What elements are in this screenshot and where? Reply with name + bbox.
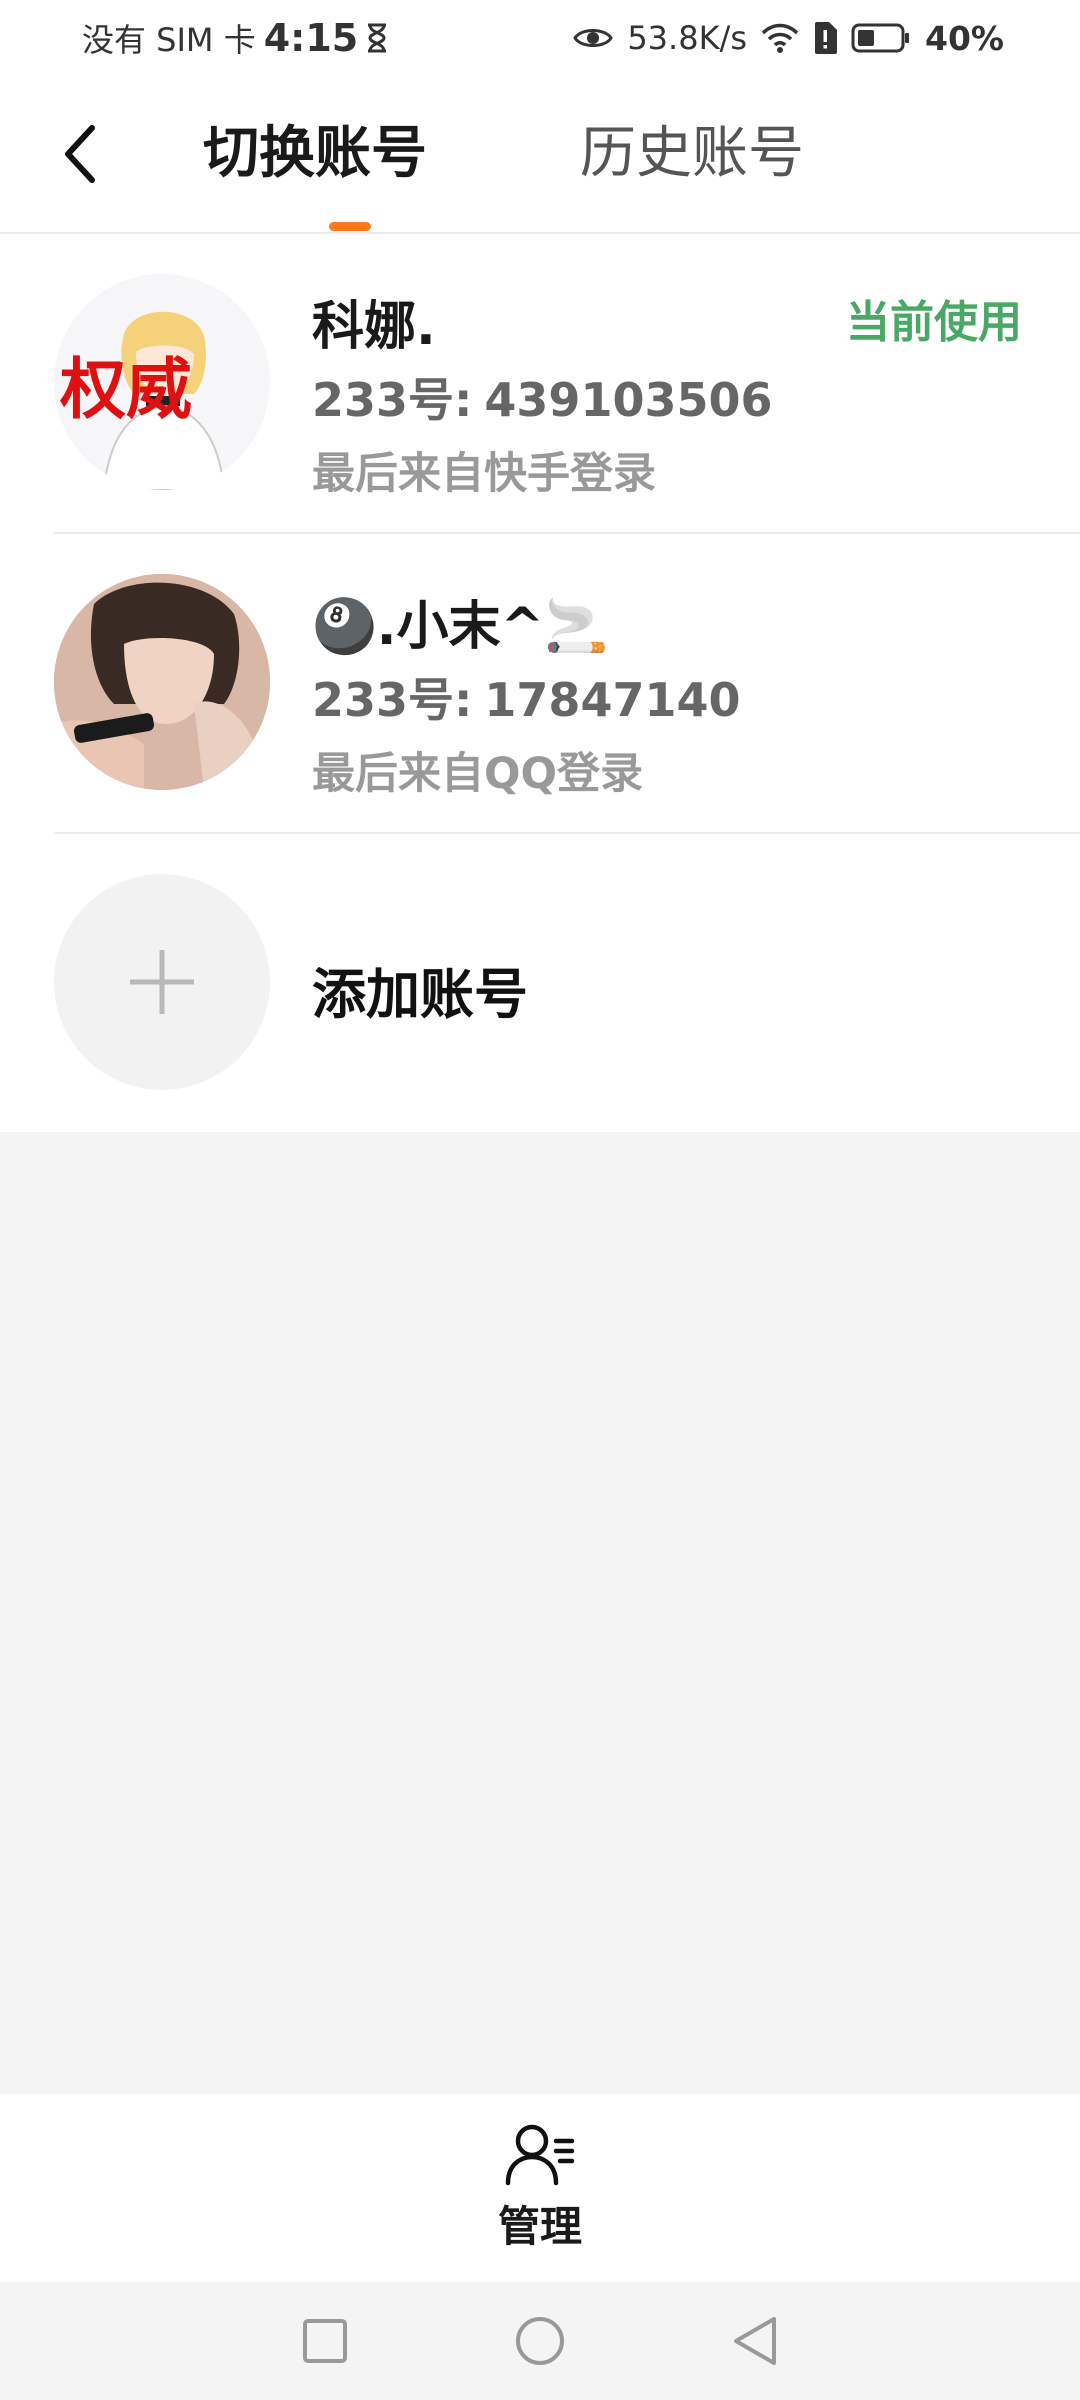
chevron-left-icon <box>65 125 95 183</box>
login-source: 最后来自快手登录 <box>312 449 656 499</box>
system-back-button[interactable] <box>725 2311 785 2371</box>
back-button[interactable] <box>48 114 112 194</box>
battery-icon <box>851 23 911 53</box>
wifi-icon <box>761 23 799 53</box>
login-source: 最后来自QQ登录 <box>312 749 644 799</box>
bottom-bar: 管理 <box>0 2094 1080 2282</box>
header: 切换账号 历史账号 <box>0 76 1080 234</box>
account-item[interactable]: 权威 科娜. 233号: 439103506 最后来自快手登录 当前使用 <box>0 234 1080 534</box>
add-account-label[interactable]: 添加账号 <box>312 950 528 1029</box>
recent-apps-button[interactable] <box>295 2311 355 2371</box>
sim-alert-icon <box>813 22 837 54</box>
active-tab-indicator <box>329 222 371 231</box>
account-name: 🎱.小末^🚬 <box>312 597 609 657</box>
avatar <box>54 574 270 790</box>
avatar: 权威 <box>54 274 270 490</box>
account-item[interactable]: 🎱.小末^🚬 233号: 17847140 最后来自QQ登录 <box>0 534 1080 834</box>
clock-time: 4:15 <box>263 16 359 60</box>
system-nav-bar <box>0 2282 1080 2400</box>
manage-button[interactable]: 管理 <box>498 2123 582 2254</box>
tab-history-account[interactable]: 历史账号 <box>580 112 804 202</box>
uid-label: 233号: <box>312 673 473 727</box>
manage-label: 管理 <box>497 2201 582 2251</box>
add-account-button[interactable] <box>54 874 270 1090</box>
account-name: 科娜. <box>312 297 436 357</box>
uid-value: 17847140 <box>484 673 741 727</box>
avatar-overlay-text: 权威 <box>59 350 192 428</box>
user-manage-icon <box>505 2124 575 2185</box>
account-uid: 233号: 17847140 <box>312 664 740 730</box>
account-list: 权威 科娜. 233号: 439103506 最后来自快手登录 当前使用 🎱.小… <box>0 234 1080 1132</box>
home-button[interactable] <box>510 2311 570 2371</box>
account-uid: 233号: 439103506 <box>312 364 772 430</box>
uid-label: 233号: <box>312 373 473 427</box>
battery-percent: 40% <box>925 18 1004 58</box>
tab-switch-account[interactable]: 切换账号 <box>203 112 427 202</box>
carrier-text: 没有 SIM 卡 <box>82 21 256 59</box>
uid-value: 439103506 <box>484 373 773 427</box>
hourglass-icon <box>366 23 388 53</box>
app-root: 没有 SIM 卡 4:15 53.8K/s 40% 切换账号 历史账号 权威 科… <box>0 0 1080 2400</box>
square-icon <box>303 2319 347 2363</box>
network-speed: 53.8K/s <box>627 19 747 57</box>
status-bar: 没有 SIM 卡 4:15 53.8K/s 40% <box>0 0 1080 76</box>
eye-icon <box>573 24 614 52</box>
triangle-back-icon <box>734 2317 776 2365</box>
circle-icon <box>516 2317 564 2365</box>
current-badge: 当前使用 <box>846 297 1022 348</box>
plus-icon <box>130 950 194 1014</box>
